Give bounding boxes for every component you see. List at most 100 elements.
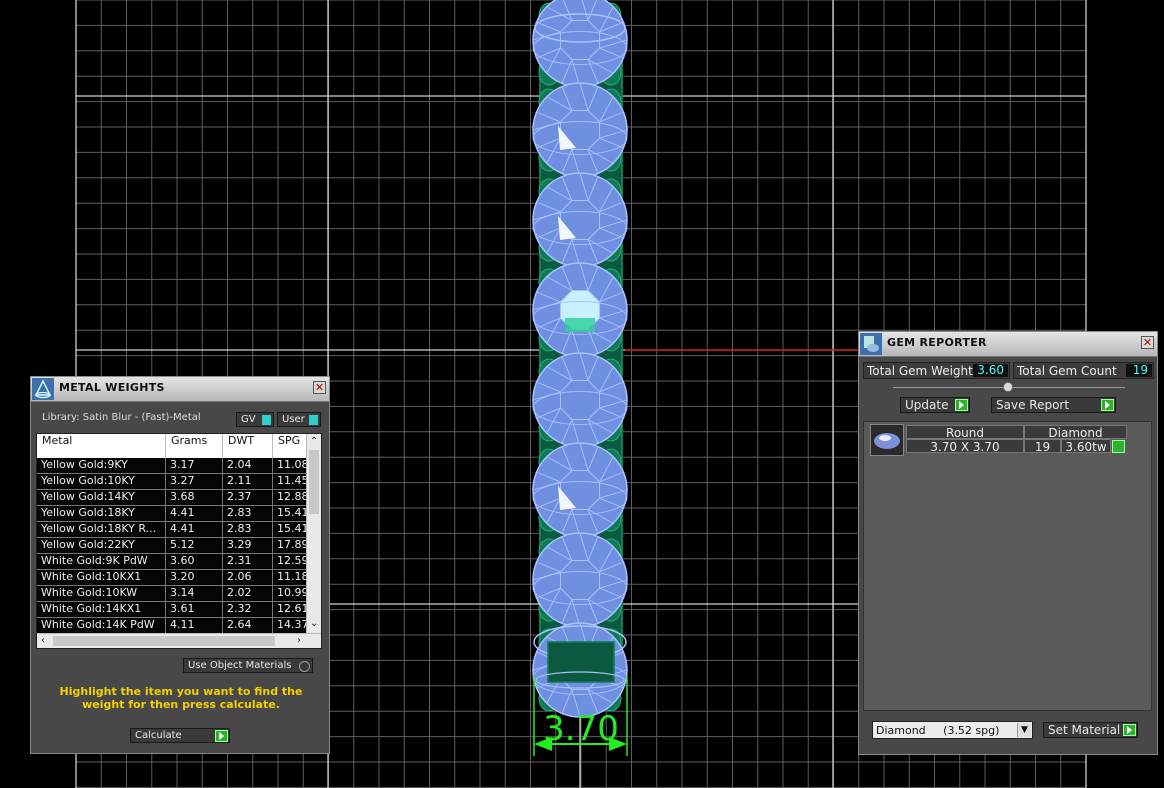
total-gem-count-field: Total Gem Count 19 [1013,362,1154,379]
table-cell-metal: Yellow Gold:22KY [37,538,166,554]
gem-list: Round Diamond 3.70 X 3.70 19 3.60tw [863,421,1152,711]
gem-material-cell: Diamond [1024,425,1127,440]
metal-cone-icon [32,378,54,400]
scroll-up-icon[interactable]: ⌃ [310,436,318,448]
gem-reporter-title: GEM REPORTER [887,336,987,349]
table-cell-grams: 3.61 [166,602,223,618]
go-arrow-icon [215,730,228,742]
metal-table-header: Metal Grams DWT SPG [37,434,307,458]
table-cell-dwt: 2.04 [223,458,273,474]
go-arrow-icon [1123,724,1136,736]
horizontal-scroll-thumb[interactable] [53,636,275,646]
metal-table: Metal Grams DWT SPG Yellow Gold:9KY 3.17 2… [36,433,322,649]
gem-stone [532,0,628,88]
scroll-left-icon[interactable]: ‹ [41,635,45,647]
table-cell-grams: 3.60 [166,554,223,570]
table-row[interactable]: Yellow Gold:18KY R... 4.41 2.83 15.41 [37,522,313,538]
gem-stone [532,352,628,448]
gem-stone [532,82,628,178]
gem-weight-cell: 3.60tw [1061,439,1111,454]
set-material-button[interactable]: Set Material [1043,722,1138,738]
gem-size-cell: 3.70 X 3.70 [906,439,1024,454]
table-cell-dwt: 2.31 [223,554,273,570]
gv-indicator-icon [262,415,271,425]
scroll-thumb[interactable] [309,450,319,514]
round-gem-thumbnail-icon [870,424,904,456]
gem-list-item[interactable]: Round Diamond 3.70 X 3.70 19 3.60tw [870,424,1128,456]
library-label: Library: Satin Blur - (Fast)-Metal [42,412,201,423]
table-cell-dwt: 2.64 [223,618,273,634]
scroll-down-icon[interactable]: ⌄ [310,618,318,630]
slider-knob-icon[interactable] [1003,382,1013,392]
table-row[interactable]: White Gold:10KW 3.14 2.02 10.99 [37,586,313,602]
table-row[interactable]: White Gold:14KX1 3.61 2.32 12.61 [37,602,313,618]
table-cell-grams: 3.17 [166,458,223,474]
metal-table-horizontal-scrollbar[interactable]: ‹ › [37,633,321,648]
go-arrow-icon [1101,399,1114,411]
table-cell-dwt: 2.11 [223,474,273,490]
calculate-button[interactable]: Calculate [130,728,230,743]
gem-stone [532,262,628,358]
column-header-grams[interactable]: Grams [166,434,223,458]
table-cell-metal: White Gold:9K PdW [37,554,166,570]
gem-row-go-icon[interactable] [1112,440,1125,453]
dimension-label: 3.70 [543,709,619,749]
gem-shape-cell: Round [906,425,1024,440]
total-gem-count-value: 19 [1126,364,1152,377]
table-cell-metal: Yellow Gold:18KY R... [37,522,166,538]
band-connector [565,318,595,332]
metal-weights-close-icon[interactable]: ✕ [313,381,326,394]
table-cell-metal: White Gold:14KX1 [37,602,166,618]
gem-report-icon [860,333,882,355]
metal-weights-title: METAL WEIGHTS [59,381,165,394]
gem-reporter-titlebar[interactable]: GEM REPORTER ✕ [859,332,1157,357]
table-cell-metal: White Gold:10KX1 [37,570,166,586]
table-cell-grams: 4.41 [166,522,223,538]
gv-toggle-button[interactable]: GV [236,412,274,427]
table-cell-dwt: 2.83 [223,522,273,538]
gem-reporter-close-icon[interactable]: ✕ [1141,336,1154,349]
ring-band-model[interactable] [532,0,628,718]
instruction-text: Highlight the item you want to find the … [59,685,303,711]
table-cell-dwt: 2.02 [223,586,273,602]
gem-stone [532,172,628,268]
table-row[interactable]: Yellow Gold:10KY 3.27 2.11 11.45 [37,474,313,490]
total-gem-weight-value: 3.60 [973,364,1008,377]
user-toggle-button[interactable]: User [277,412,321,427]
table-cell-dwt: 2.32 [223,602,273,618]
total-gem-weight-field: Total Gem Weight 3.60 [863,362,1010,379]
table-cell-grams: 3.27 [166,474,223,490]
save-report-button[interactable]: Save Report [991,397,1116,413]
table-cell-metal: White Gold:14K PdW [37,618,166,634]
table-cell-grams: 4.11 [166,618,223,634]
use-object-materials-checkbox[interactable]: Use Object Materials [183,658,313,673]
ring-shank-end [547,641,615,683]
material-select[interactable]: Diamond (3.52 spg) ▼ [872,721,1033,739]
gem-reporter-panel: GEM REPORTER ✕ Total Gem Weight 3.60 Tot… [858,331,1158,755]
table-cell-dwt: 2.37 [223,490,273,506]
table-cell-metal: White Gold:10KW [37,586,166,602]
table-cell-grams: 5.12 [166,538,223,554]
scroll-right-icon[interactable]: › [297,635,301,647]
table-cell-grams: 4.41 [166,506,223,522]
go-arrow-icon [955,399,968,411]
radio-indicator-icon [299,661,310,672]
table-cell-metal: Yellow Gold:14KY [37,490,166,506]
table-row[interactable]: Yellow Gold:22KY 5.12 3.29 17.89 [37,538,313,554]
metal-table-vertical-scrollbar[interactable]: ⌃ ⌄ [306,434,321,634]
column-header-dwt[interactable]: DWT [223,434,273,458]
table-row[interactable]: Yellow Gold:9KY 3.17 2.04 11.08 [37,458,313,474]
table-cell-metal: Yellow Gold:10KY [37,474,166,490]
metal-weights-titlebar[interactable]: METAL WEIGHTS ✕ [31,377,329,402]
gem-body [532,0,628,88]
table-row[interactable]: White Gold:10KX1 3.20 2.06 11.18 [37,570,313,586]
table-row[interactable]: White Gold:9K PdW 3.60 2.31 12.59 [37,554,313,570]
table-row[interactable]: White Gold:14K PdW 4.11 2.64 14.37 [37,618,313,634]
column-header-metal[interactable]: Metal [37,434,166,458]
table-cell-dwt: 3.29 [223,538,273,554]
table-row[interactable]: Yellow Gold:18KY 4.41 2.83 15.41 [37,506,313,522]
table-cell-metal: Yellow Gold:9KY [37,458,166,474]
table-row[interactable]: Yellow Gold:14KY 3.68 2.37 12.88 [37,490,313,506]
dropdown-arrow-icon[interactable]: ▼ [1017,723,1031,737]
update-button[interactable]: Update [900,397,970,413]
